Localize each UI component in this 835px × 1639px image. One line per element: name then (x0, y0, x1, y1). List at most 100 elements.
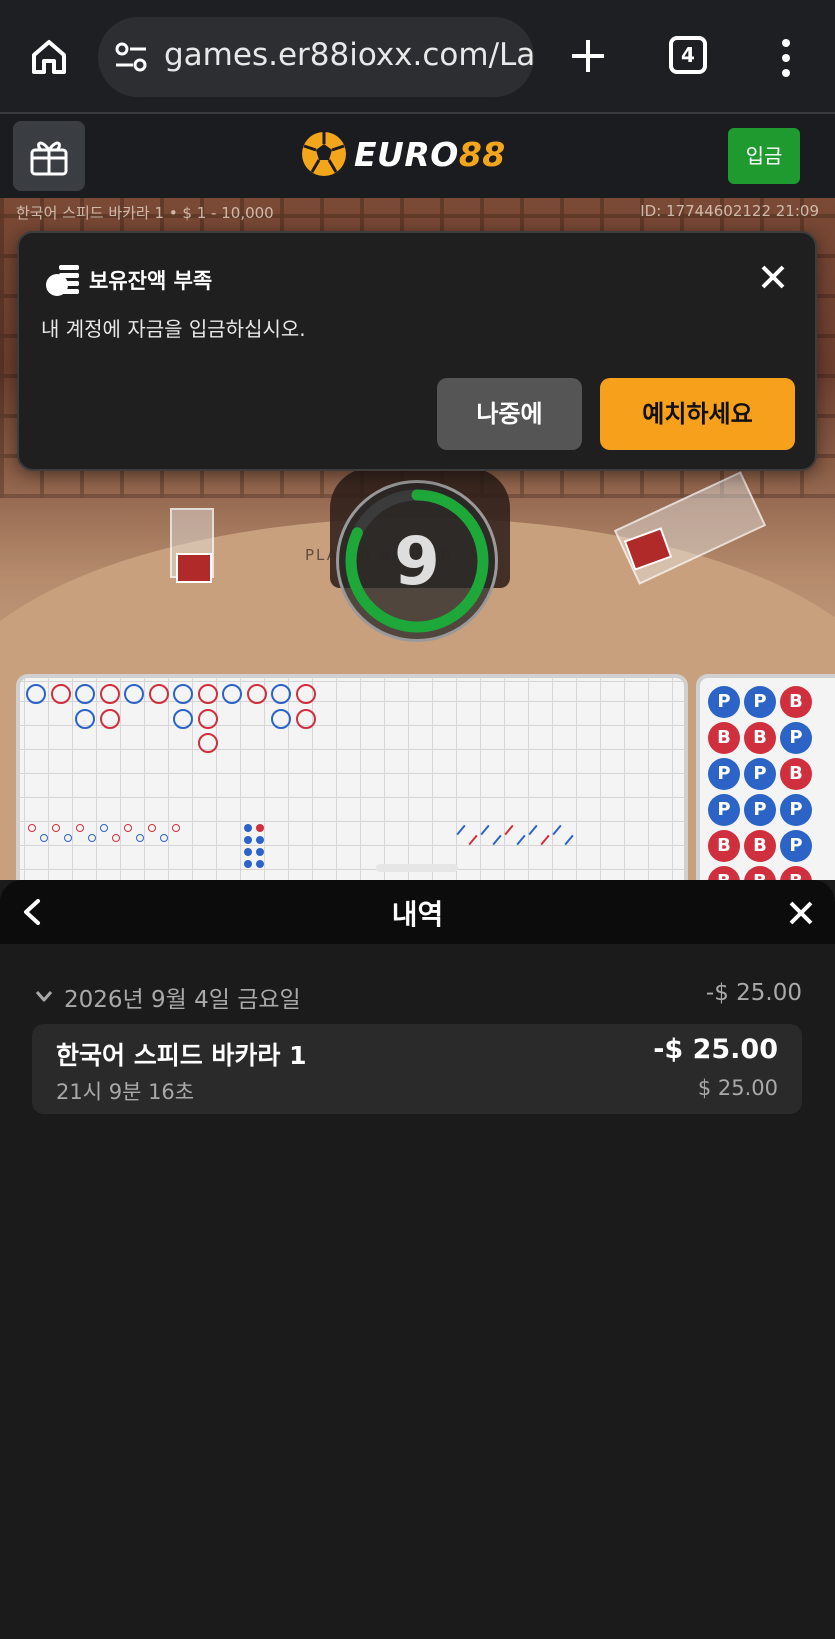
player-bead: P (744, 686, 776, 718)
address-bar[interactable]: games.er88ioxx.com/Lau (98, 17, 534, 97)
banker-ring (295, 684, 316, 704)
history-title: 내역 (391, 898, 444, 931)
small-road-mark (172, 824, 180, 832)
banker-bead: B (744, 866, 776, 880)
close-icon[interactable] (759, 263, 787, 291)
toast-message: 내 계정에 자금을 입금하십시오. (41, 317, 306, 341)
big-eye-road-mark (244, 860, 252, 868)
big-road-scoreboard[interactable]: PPBBBPPPBPPPBBPBBB (696, 674, 835, 880)
coins-icon (46, 265, 79, 296)
banker-bead: B (708, 830, 740, 862)
more-menu-icon[interactable] (778, 38, 794, 78)
history-header: 내역 (0, 880, 835, 944)
history-date-group[interactable]: 2026년 9월 4일 금요일 -$ 25.00 (30, 980, 802, 1013)
player-bead: P (780, 830, 812, 862)
big-eye-road-mark (256, 860, 264, 868)
big-eye-road-mark (244, 824, 252, 832)
player-bead: P (708, 686, 740, 718)
banker-ring (50, 684, 71, 704)
big-eye-road-mark (256, 824, 264, 832)
history-panel: 내역 2026년 9월 4일 금요일 -$ 25.00 한국어 스피드 바카라 … (0, 880, 835, 1639)
small-road-mark (148, 824, 156, 832)
player-bead: P (780, 794, 812, 826)
player-ring (271, 684, 291, 704)
cockroach-road-mark (564, 834, 574, 846)
small-road-mark (40, 834, 48, 842)
new-tab-icon[interactable] (568, 36, 608, 76)
gift-button[interactable] (13, 121, 85, 191)
player-ring (173, 684, 193, 704)
big-eye-road-mark (244, 848, 252, 856)
banker-bead: B (744, 830, 776, 862)
cockroach-road-mark (492, 834, 502, 846)
browser-toolbar: games.er88ioxx.com/Lau 4 (0, 0, 835, 114)
banker-ring (197, 708, 218, 729)
drag-handle[interactable] (376, 864, 458, 872)
group-total: -$ 25.00 (705, 980, 802, 1006)
cockroach-road-mark (480, 824, 490, 836)
banker-bead: B (780, 686, 812, 718)
bead-road-scoreboard[interactable] (16, 674, 688, 880)
playing-card (176, 553, 212, 583)
banker-ring (246, 684, 267, 704)
banker-bead: B (744, 722, 776, 754)
big-eye-road-mark (244, 836, 252, 844)
banker-ring (197, 733, 218, 753)
player-ring (271, 708, 291, 729)
player-bead: P (708, 758, 740, 790)
small-road-mark (76, 824, 84, 832)
small-road-mark (52, 824, 60, 832)
item-time: 21시 9분 16초 (56, 1080, 195, 1104)
banker-ring (197, 684, 218, 704)
logo-text: EURO88 (354, 134, 506, 174)
player-bead: P (780, 722, 812, 754)
later-button[interactable]: 나중에 (437, 378, 582, 450)
banker-ring (148, 684, 169, 704)
player-bead: P (744, 758, 776, 790)
small-road-mark (88, 834, 96, 842)
item-game-name: 한국어 스피드 바카라 1 (56, 1041, 307, 1070)
site-settings-icon[interactable] (114, 41, 148, 73)
big-eye-road-mark (256, 836, 264, 844)
player-ring (26, 684, 46, 704)
url-text[interactable]: games.er88ioxx.com/Lau (164, 37, 534, 73)
betting-countdown: 9 (336, 480, 498, 642)
home-icon[interactable] (28, 36, 70, 78)
cockroach-road-mark (540, 834, 550, 846)
small-road-mark (136, 834, 144, 842)
banker-ring (295, 708, 316, 729)
soccer-ball-icon (302, 132, 346, 176)
deposit-button[interactable]: 입금 (728, 128, 800, 184)
cockroach-road-mark (468, 834, 478, 846)
euro88-logo[interactable]: EURO88 (300, 126, 506, 182)
countdown-number: 9 (394, 523, 440, 600)
toast-title: 보유잔액 부족 (89, 269, 213, 293)
banker-bead: B (780, 866, 812, 880)
player-bead: P (744, 794, 776, 826)
site-header: EURO88 입금 (0, 114, 835, 198)
banker-ring (99, 708, 120, 729)
banker-ring (99, 684, 120, 704)
small-road-mark (100, 824, 108, 832)
cockroach-road-mark (504, 824, 514, 836)
close-icon[interactable] (788, 900, 814, 926)
gift-icon (30, 141, 68, 176)
cockroach-road-mark (516, 834, 526, 846)
player-ring (124, 684, 144, 704)
big-eye-road-mark (256, 848, 264, 856)
item-stake: $ 25.00 (697, 1076, 778, 1100)
banker-bead: B (708, 722, 740, 754)
insufficient-balance-toast: 보유잔액 부족 내 계정에 자금을 입금하십시오. 나중에 예치하세요 (17, 231, 817, 471)
player-ring (75, 708, 95, 729)
player-ring (75, 684, 95, 704)
deposit-now-button[interactable]: 예치하세요 (600, 378, 795, 450)
small-road-mark (124, 824, 132, 832)
table-info: 한국어 스피드 바카라 1 • $ 1 - 10,000 (16, 204, 274, 222)
chevron-down-icon[interactable] (34, 986, 54, 1006)
history-item[interactable]: 한국어 스피드 바카라 1 -$ 25.00 21시 9분 16초 $ 25.0… (32, 1024, 802, 1114)
player-bead: P (708, 794, 740, 826)
tab-switcher-button[interactable]: 4 (669, 36, 707, 74)
cockroach-road-mark (528, 824, 538, 836)
cockroach-road-mark (456, 824, 466, 836)
small-road-mark (28, 824, 36, 832)
